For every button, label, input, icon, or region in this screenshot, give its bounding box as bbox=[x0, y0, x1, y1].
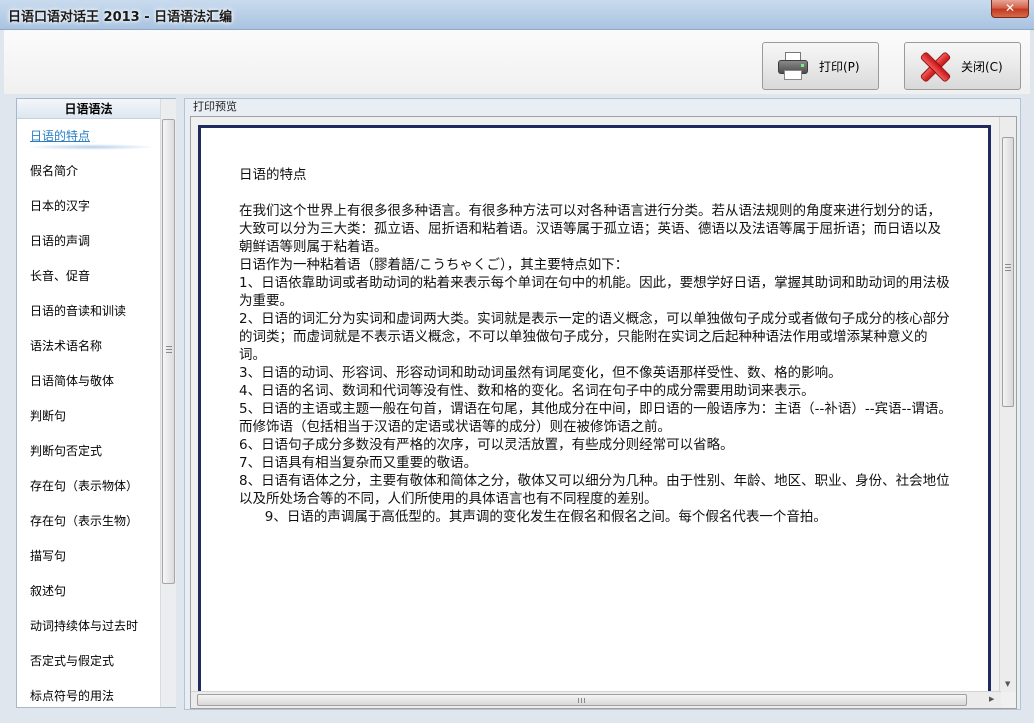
preview-vertical-scroll-thumb[interactable] bbox=[1002, 137, 1014, 407]
close-button-label: 关闭(C) bbox=[961, 59, 1003, 74]
window-close-button[interactable]: ✕ bbox=[991, 0, 1029, 18]
sidebar-item[interactable]: 判断句否定式 bbox=[17, 434, 160, 469]
document-paragraph: 7、日语具有相当复杂而又重要的敬语。 bbox=[239, 455, 478, 471]
sidebar-item[interactable]: 日语的音读和训读 bbox=[17, 294, 160, 329]
sidebar-item[interactable]: 语法术语名称 bbox=[17, 329, 160, 364]
sidebar-item[interactable]: 日语的声调 bbox=[17, 224, 160, 259]
grammar-sidebar: 日语语法 日语的特点 假名简介 日本的汉字 日语的声调 长音、促音 日语的音读和训读 语法术… bbox=[16, 98, 176, 708]
document-paragraph: 6、日语句子成分多数没有严格的次序，可以灵活放置，有些成分则经常可以省略。 bbox=[239, 437, 734, 453]
document-paragraph: 2、日语的词汇分为实词和虚词两大类。实词就是表示一定的语义概念，可以单独做句子成… bbox=[239, 311, 950, 363]
scroll-down-arrow-icon[interactable]: ▼ bbox=[1005, 680, 1010, 688]
toolbar: 打印(P) 关闭(C) bbox=[4, 30, 1030, 94]
preview-horizontal-scroll-thumb[interactable] bbox=[197, 694, 967, 706]
scroll-right-arrow-icon[interactable]: ▶ bbox=[989, 695, 994, 703]
title-bar: 日语口语对话王 2013 - 日语语法汇编 ✕ bbox=[0, 0, 1034, 30]
sidebar-item[interactable]: 存在句（表示生物） bbox=[17, 504, 160, 539]
sidebar-item[interactable]: 动词持续体与过去时 bbox=[17, 609, 160, 644]
sidebar-item[interactable]: 日本的汉字 bbox=[17, 189, 160, 224]
preview-label: 打印预览 bbox=[193, 100, 237, 113]
print-button[interactable]: 打印(P) bbox=[762, 42, 879, 90]
sidebar-scrollbar[interactable] bbox=[160, 99, 176, 707]
printer-icon bbox=[777, 51, 809, 81]
sidebar-item[interactable]: 假名简介 bbox=[17, 154, 160, 189]
document-paragraph: 5、日语的主语或主题一般在句首，谓语在句尾，其他成分在中间，即日语的一般语序为：… bbox=[239, 401, 952, 435]
sidebar-item[interactable]: 判断句 bbox=[17, 399, 160, 434]
document-paragraph: 4、日语的名词、数词和代词等没有性、数和格的变化。名词在句子中的成分需要用助词来… bbox=[239, 383, 815, 399]
sidebar-item[interactable]: 描写句 bbox=[17, 539, 160, 574]
window-title: 日语口语对话王 2013 - 日语语法汇编 bbox=[8, 10, 233, 25]
red-x-icon bbox=[919, 51, 949, 81]
sidebar-item[interactable]: 标点符号的用法 bbox=[17, 679, 160, 709]
print-button-label: 打印(P) bbox=[819, 59, 860, 74]
document-paragraph: 1、日语依靠助词或者助动词的粘着来表示每个单词在句中的机能。因此，要想学好日语，… bbox=[239, 275, 950, 309]
document-paragraph: 日语作为一种粘着语（膠着語/こうちゃくご），其主要特点如下： bbox=[239, 257, 629, 273]
sidebar-item[interactable]: 叙述句 bbox=[17, 574, 160, 609]
preview-vertical-scrollbar[interactable]: ▼ bbox=[999, 117, 1016, 692]
sidebar-item[interactable]: 长音、促音 bbox=[17, 259, 160, 294]
document-paragraph: 9、日语的声调属于高低型的。其声调的变化发生在假名和假名之间。每个假名代表一个音… bbox=[239, 509, 827, 525]
document-content: 日语的特点 在我们这个世界上有很多很多种语言。有很多种方法可以对各种语言进行分类… bbox=[239, 166, 954, 526]
close-button[interactable]: 关闭(C) bbox=[904, 42, 1021, 90]
document-paragraph: 在我们这个世界上有很多很多种语言。有很多种方法可以对各种语言进行分类。若从语法规… bbox=[239, 203, 941, 255]
grammar-topic-list: 日语的特点 假名简介 日本的汉字 日语的声调 长音、促音 日语的音读和训读 语法术语名称 日语… bbox=[17, 119, 160, 709]
sidebar-item[interactable]: 存在句（表示物体） bbox=[17, 469, 160, 504]
sidebar-item[interactable]: 否定式与假定式 bbox=[17, 644, 160, 679]
document-paragraph: 3、日语的动词、形容词、形容动词和助动词虽然有词尾变化，但不像英语那样受性、数、… bbox=[239, 365, 842, 381]
preview-page: 日语的特点 在我们这个世界上有很多很多种语言。有很多种方法可以对各种语言进行分类… bbox=[198, 125, 991, 692]
print-preview-panel: 打印预览 日语的特点 在我们这个世界上有很多很多种语言。有很多种方法可以对各种语… bbox=[184, 98, 1021, 710]
preview-area: 日语的特点 在我们这个世界上有很多很多种语言。有很多种方法可以对各种语言进行分类… bbox=[190, 116, 1017, 709]
sidebar-item[interactable]: 日语的特点 bbox=[17, 119, 160, 154]
document-title: 日语的特点 bbox=[239, 167, 307, 183]
sidebar-scroll-thumb[interactable] bbox=[162, 119, 175, 584]
preview-horizontal-scrollbar[interactable]: ▶ bbox=[191, 691, 1001, 708]
sidebar-item[interactable]: 日语简体与敬体 bbox=[17, 364, 160, 399]
document-paragraph: 8、日语有语体之分，主要有敬体和简体之分，敬体又可以细分为几种。由于性别、年龄、… bbox=[239, 473, 950, 507]
sidebar-header: 日语语法 bbox=[17, 99, 160, 119]
